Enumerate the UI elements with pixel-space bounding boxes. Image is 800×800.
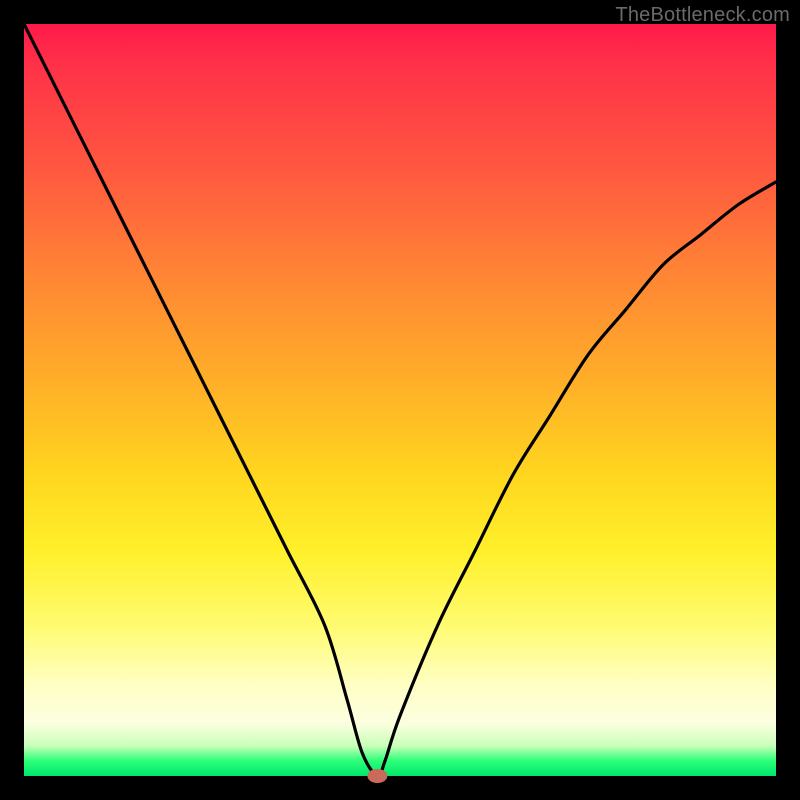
optimum-marker xyxy=(367,769,387,783)
bottleneck-curve xyxy=(24,24,776,776)
plot-area xyxy=(24,24,776,776)
chart-frame: TheBottleneck.com xyxy=(0,0,800,800)
curve-path xyxy=(24,24,776,776)
